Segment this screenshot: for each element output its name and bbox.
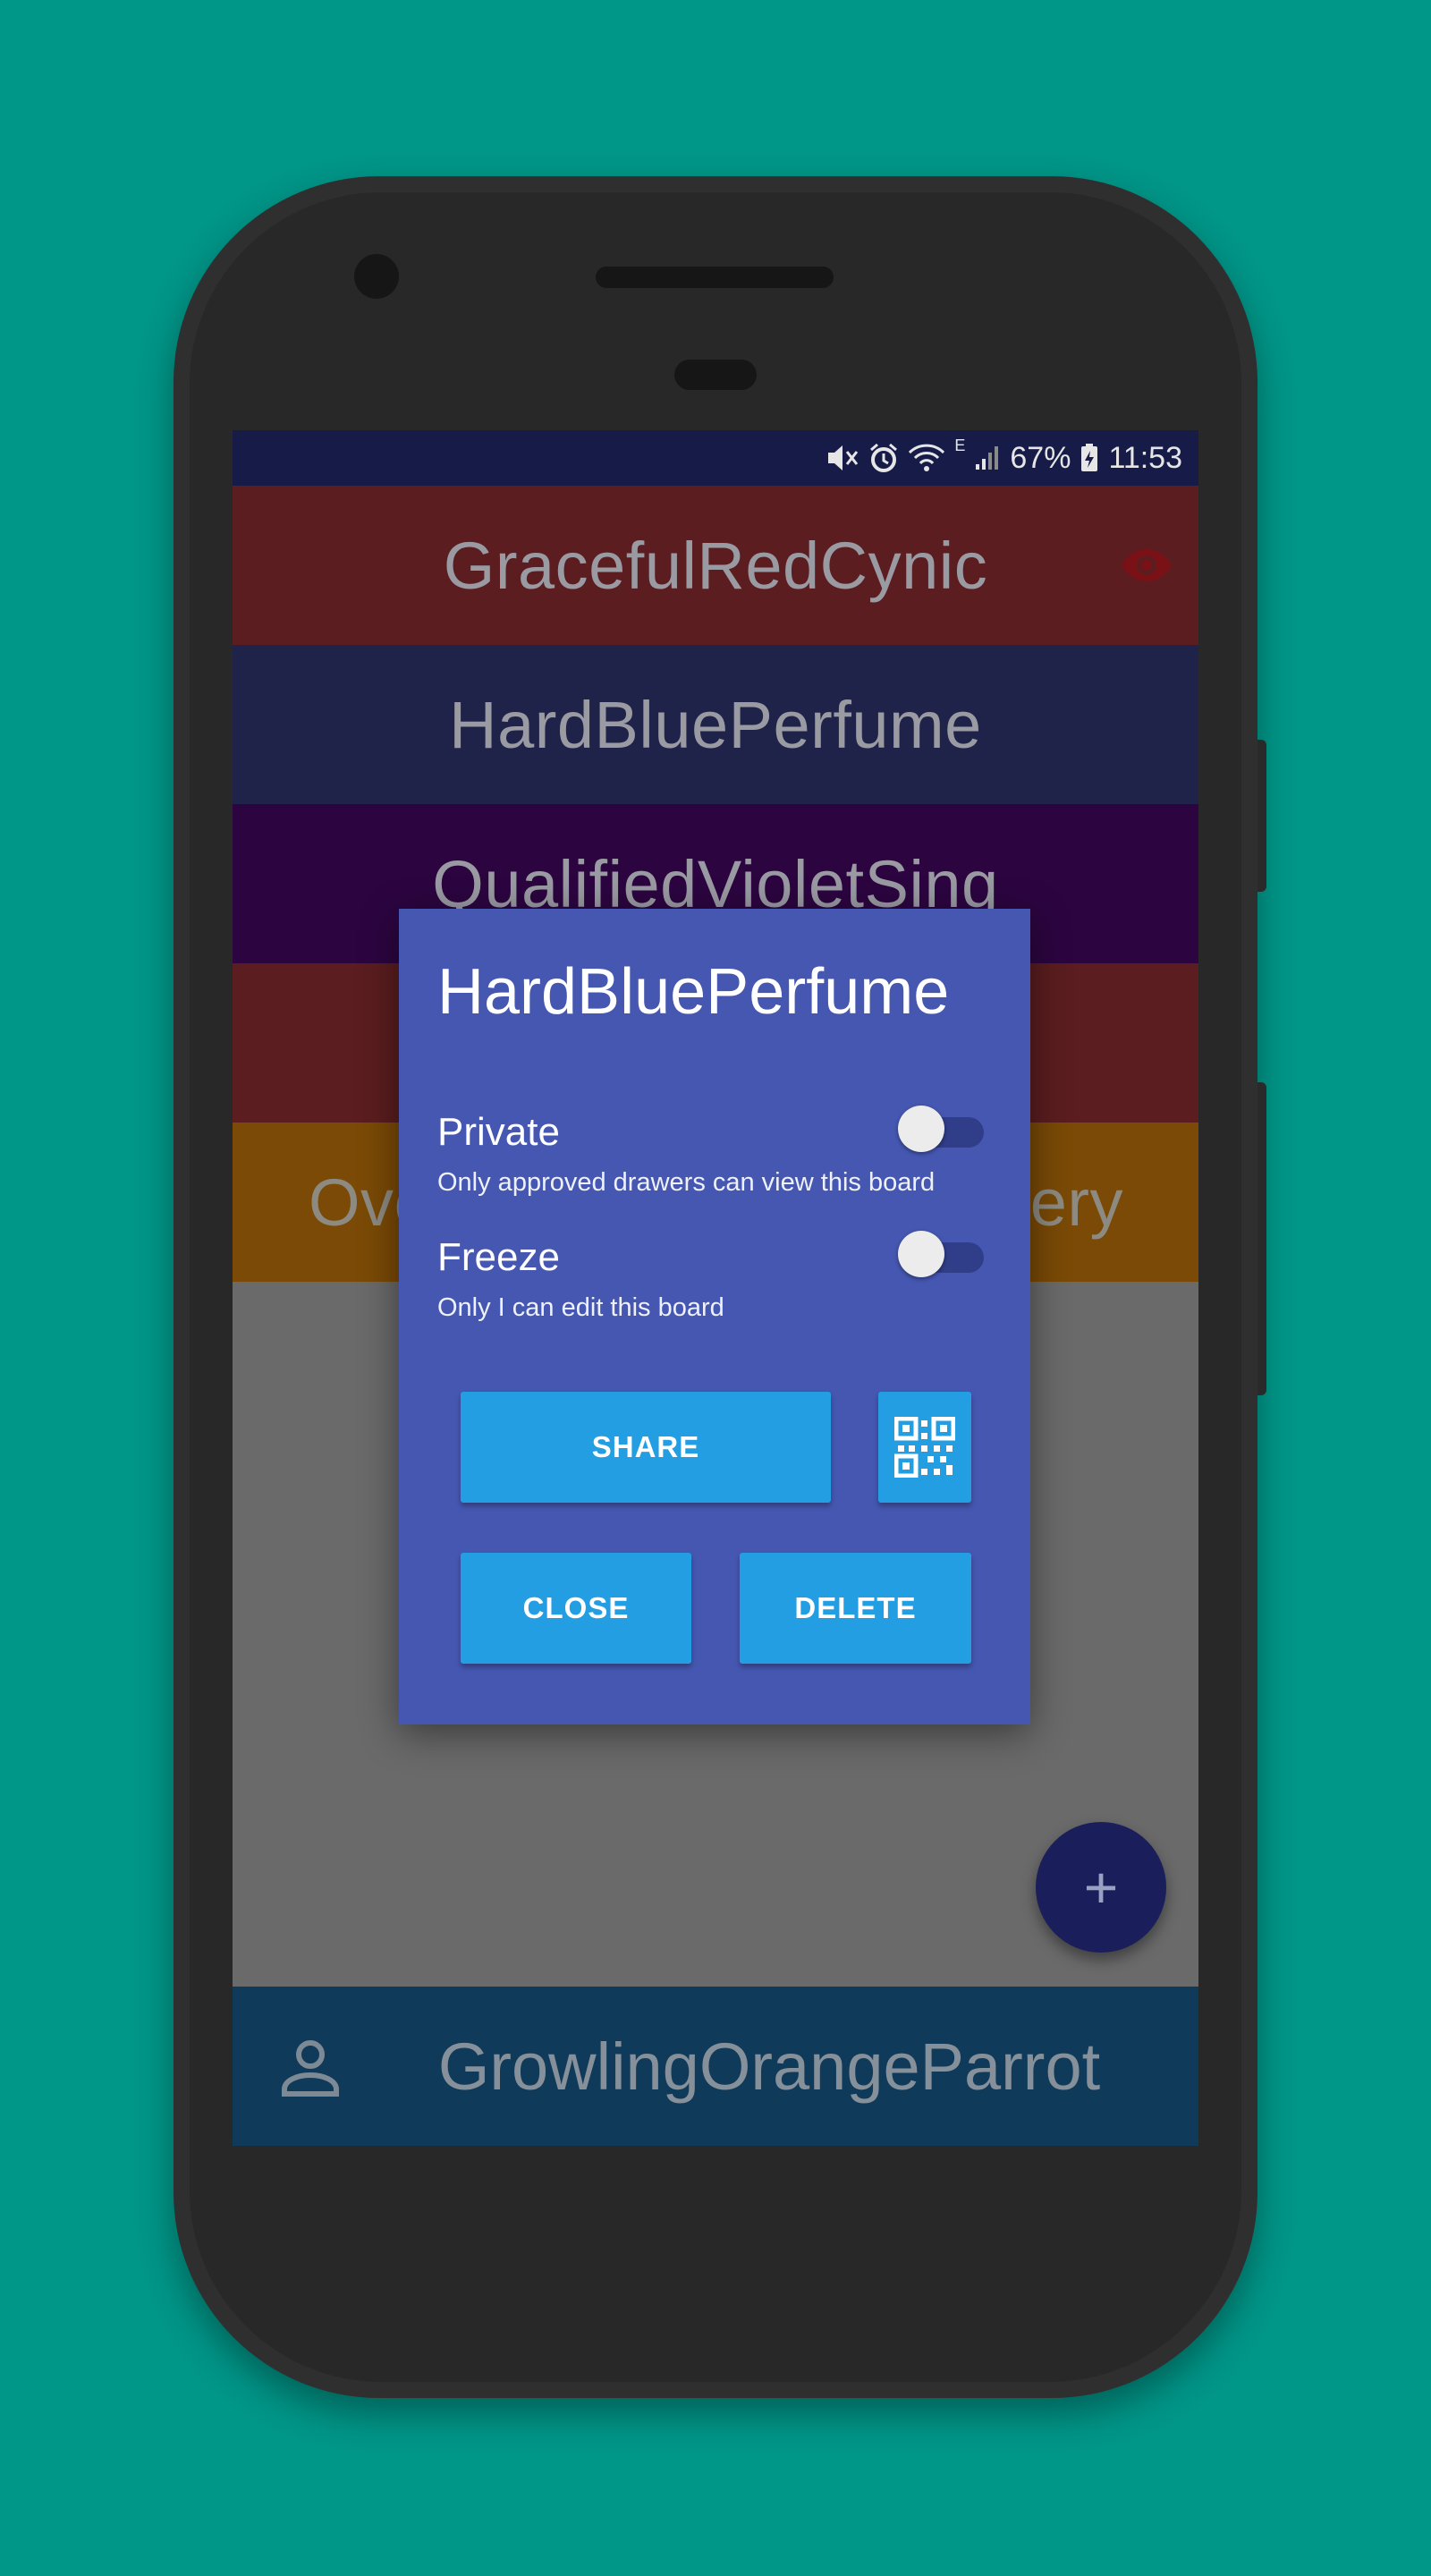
wifi-icon: [909, 444, 945, 471]
freeze-toggle[interactable]: [898, 1227, 984, 1281]
delete-button[interactable]: DELETE: [740, 1553, 971, 1664]
mute-icon: [828, 445, 859, 470]
board-row-hardblueperfume[interactable]: HardBluePerfume: [233, 645, 1198, 804]
toggle-thumb: [898, 1231, 944, 1277]
toggle-thumb: [898, 1106, 944, 1152]
eye-icon[interactable]: [1120, 547, 1173, 583]
alarm-icon: [870, 443, 898, 472]
signal-icon: [976, 446, 999, 470]
proximity-sensor: [674, 360, 757, 390]
power-button: [1257, 1082, 1266, 1395]
battery-charging-icon: [1081, 444, 1098, 471]
dialog-title: HardBluePerfume: [437, 956, 950, 1028]
board-name: HardBluePerfume: [449, 687, 982, 762]
add-board-button[interactable]: +: [1036, 1822, 1166, 1953]
board-settings-dialog: HardBluePerfume Private Only approved dr…: [399, 909, 1030, 1724]
private-toggle[interactable]: [898, 1102, 984, 1156]
earpiece-speaker: [596, 267, 834, 288]
battery-percent: 67%: [1010, 440, 1071, 475]
front-camera: [354, 254, 399, 299]
close-button[interactable]: CLOSE: [461, 1553, 691, 1664]
qr-code-button[interactable]: [878, 1392, 971, 1503]
board-name: GracefulRedCynic: [443, 528, 988, 603]
board-name-end: ery: [1029, 1165, 1123, 1240]
qr-code-icon: [894, 1417, 955, 1478]
network-type: E: [954, 436, 966, 454]
board-row-gracefulredcynic[interactable]: GracefulRedCynic: [233, 486, 1198, 645]
clock: 11:53: [1108, 440, 1182, 475]
share-button[interactable]: SHARE: [461, 1392, 831, 1503]
volume-button: [1257, 740, 1266, 892]
status-bar: E 67% 11:53: [233, 430, 1198, 486]
private-label: Private: [437, 1110, 560, 1154]
plus-icon: +: [1083, 1854, 1119, 1920]
user-bar[interactable]: GrowlingOrangeParrot: [233, 1987, 1198, 2146]
app-screen: E 67% 11:53 GracefulRedCynic HardBluePer…: [233, 430, 1198, 2146]
freeze-label: Freeze: [437, 1235, 560, 1279]
private-description: Only approved drawers can view this boar…: [437, 1168, 936, 1197]
freeze-description: Only I can edit this board: [437, 1293, 724, 1322]
username: GrowlingOrangeParrot: [437, 2029, 1101, 2104]
